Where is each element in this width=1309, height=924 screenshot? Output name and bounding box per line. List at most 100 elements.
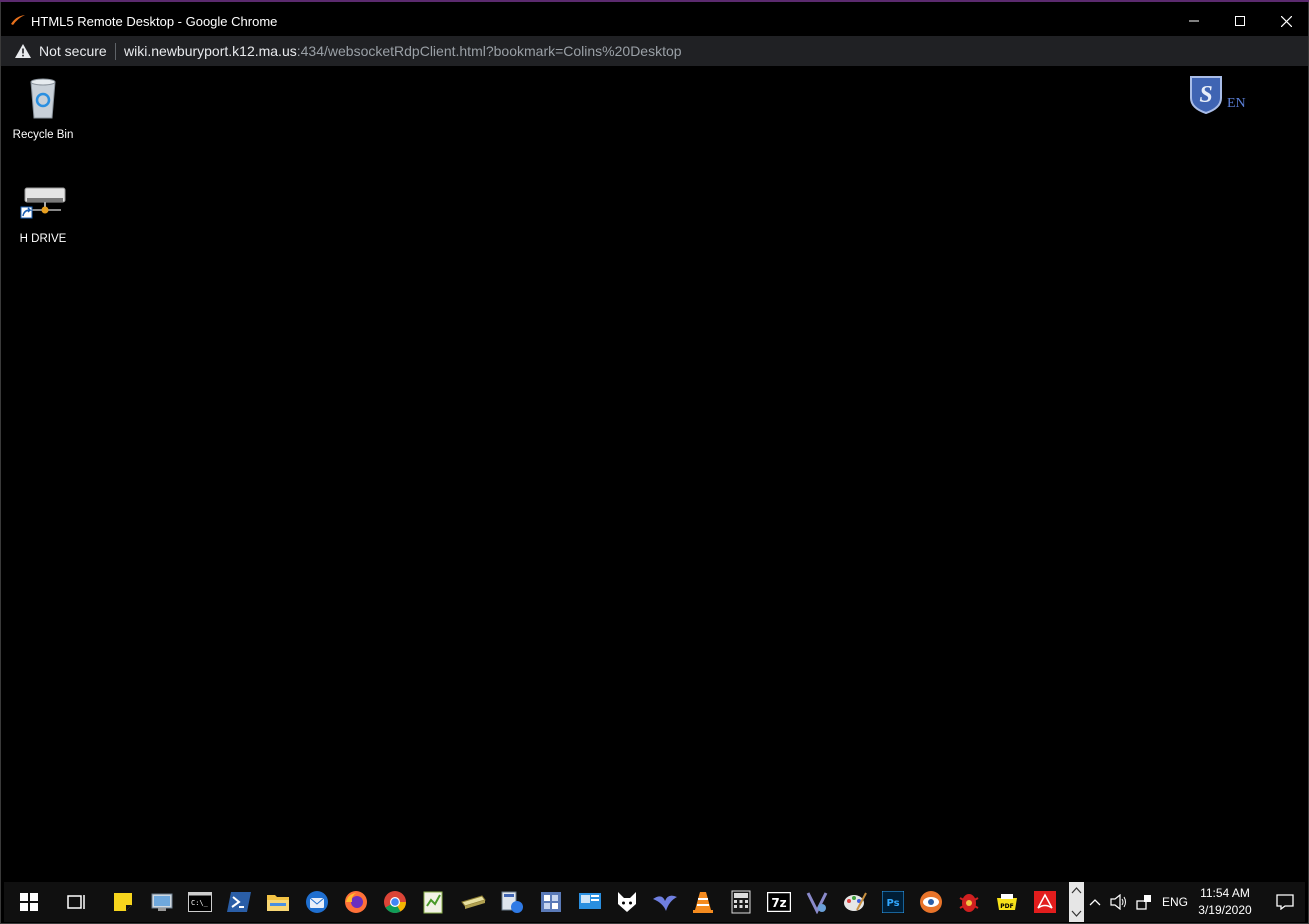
taskbar-seven-zip[interactable]: 7z [759,882,798,922]
recycle-bin-icon [30,78,56,119]
taskbar-scroll-arrows[interactable] [1069,882,1084,922]
calculator-icon [731,890,750,914]
close-button[interactable] [1263,6,1309,36]
photoshop-icon: Ps [881,891,904,913]
maximize-icon [1235,16,1245,26]
taskbar-network-admin[interactable] [570,882,609,922]
taskbar-kite[interactable] [645,882,684,922]
minimize-icon [1189,20,1199,22]
file-explorer-icon [266,895,289,911]
chevron-up-icon [1071,887,1082,894]
svg-text:7z: 7z [771,896,786,910]
brand-shield-icon[interactable]: S [1188,74,1224,114]
taskbar-registry-editor[interactable] [531,882,570,922]
maximize-button[interactable] [1217,6,1263,36]
taskbar-pdf-creator[interactable]: PDF [987,882,1026,922]
taskbar: C:\_ 7z Ps PDF ENG 11:54 AM 3/19/2020 [4,882,1305,922]
desktop-icon-label: H DRIVE [19,233,67,245]
taskbar-paint[interactable] [835,882,874,922]
address-bar[interactable]: Not secure wiki.newburyport.k12.ma.us:43… [1,36,1308,66]
eye-app-icon [919,891,942,913]
desktop-icon-h-drive[interactable]: H DRIVE [4,178,82,245]
taskbar-vlc[interactable] [683,882,722,922]
taskbar-photoshop[interactable]: Ps [873,882,912,922]
tray-date: 3/19/2020 [1198,903,1252,917]
powershell-icon [226,892,251,912]
tray-network[interactable] [1132,882,1156,922]
network-icon [1136,895,1151,910]
registry-editor-icon [540,892,561,912]
system-info-icon [151,893,172,911]
taskbar-scanner[interactable] [453,882,492,922]
tray-clock[interactable]: 11:54 AM 3/19/2020 [1190,885,1260,919]
taskbar-foxit[interactable] [607,882,646,922]
taskbar-visual-studio[interactable] [797,882,836,922]
network-drive-icon [20,187,66,219]
thunderbird-icon [305,891,328,913]
url-path: :434/websocketRdpClient.html?bookmark=Co… [296,43,682,59]
tray-language[interactable]: ENG [1162,895,1188,909]
taskbar-start[interactable] [9,882,48,922]
command-prompt-icon: C:\_ [187,892,212,912]
tray-volume[interactable] [1107,882,1131,922]
network-admin-icon [578,893,601,909]
svg-text:Ps: Ps [886,898,899,909]
close-icon [1280,15,1292,27]
foxit-icon [617,892,636,912]
title-bar[interactable]: HTML5 Remote Desktop - Google Chrome [1,6,1308,36]
url-text[interactable]: wiki.newburyport.k12.ma.us:434/websocket… [124,43,682,59]
remote-desktop-icon [501,891,523,913]
svg-text:PDF: PDF [1000,903,1013,910]
taskbar-eye-app[interactable] [911,882,950,922]
sticky-notes-icon [113,893,132,911]
taskbar-system-info[interactable] [142,882,181,922]
taskbar-bug-app[interactable] [949,882,988,922]
taskbar-sticky-notes[interactable] [103,882,142,922]
paint-icon [843,892,867,911]
tray-action-center[interactable] [1265,882,1304,922]
pdf-creator-icon: PDF [996,894,1017,910]
task-view-icon [66,895,85,909]
volume-icon [1110,894,1126,910]
start-icon [19,893,38,911]
acrobat-icon [1033,891,1056,913]
minimize-button[interactable] [1171,6,1217,36]
chevron-down-icon [1071,910,1082,917]
chrome-icon [383,891,406,913]
taskbar-remote-desktop[interactable] [492,882,531,922]
vlc-icon [692,892,713,913]
seven-zip-icon: 7z [766,892,791,912]
brand-language[interactable]: EN [1227,96,1246,112]
taskbar-calculator[interactable] [721,882,760,922]
taskbar-firefox[interactable] [336,882,375,922]
notification-icon [1275,894,1294,910]
remote-desktop[interactable]: Recycle Bin H DRIVE S EN [4,66,1305,882]
scanner-icon [460,895,486,909]
taskbar-powershell[interactable] [219,882,258,922]
desktop-icon-label: Recycle Bin [12,129,74,141]
kite-icon [652,895,677,911]
taskbar-notepad-plus[interactable] [414,882,453,922]
warning-icon[interactable] [15,44,31,58]
desktop-icon-recycle-bin[interactable]: Recycle Bin [4,74,82,141]
taskbar-acrobat[interactable] [1025,882,1064,922]
firefox-icon [344,891,367,913]
address-separator [115,43,116,60]
tray-show-hidden[interactable] [1085,882,1105,922]
taskbar-thunderbird[interactable] [297,882,336,922]
tray-time: 11:54 AM [1200,886,1250,900]
window-title: HTML5 Remote Desktop - Google Chrome [31,14,278,29]
app-favicon-icon [11,15,25,25]
taskbar-file-explorer[interactable] [258,882,297,922]
notepad-plus-icon [423,891,442,914]
security-status[interactable]: Not secure [39,43,107,59]
bug-app-icon [959,894,978,912]
svg-text:C:\_: C:\_ [191,899,209,907]
taskbar-command-prompt[interactable]: C:\_ [180,882,219,922]
taskbar-chrome[interactable] [375,882,414,922]
window-accent-border [0,0,1309,2]
url-host: wiki.newburyport.k12.ma.us [124,43,297,59]
taskbar-task-view[interactable] [57,882,96,922]
chevron-up-icon [1089,899,1101,906]
brand-letter: S [1199,82,1212,108]
